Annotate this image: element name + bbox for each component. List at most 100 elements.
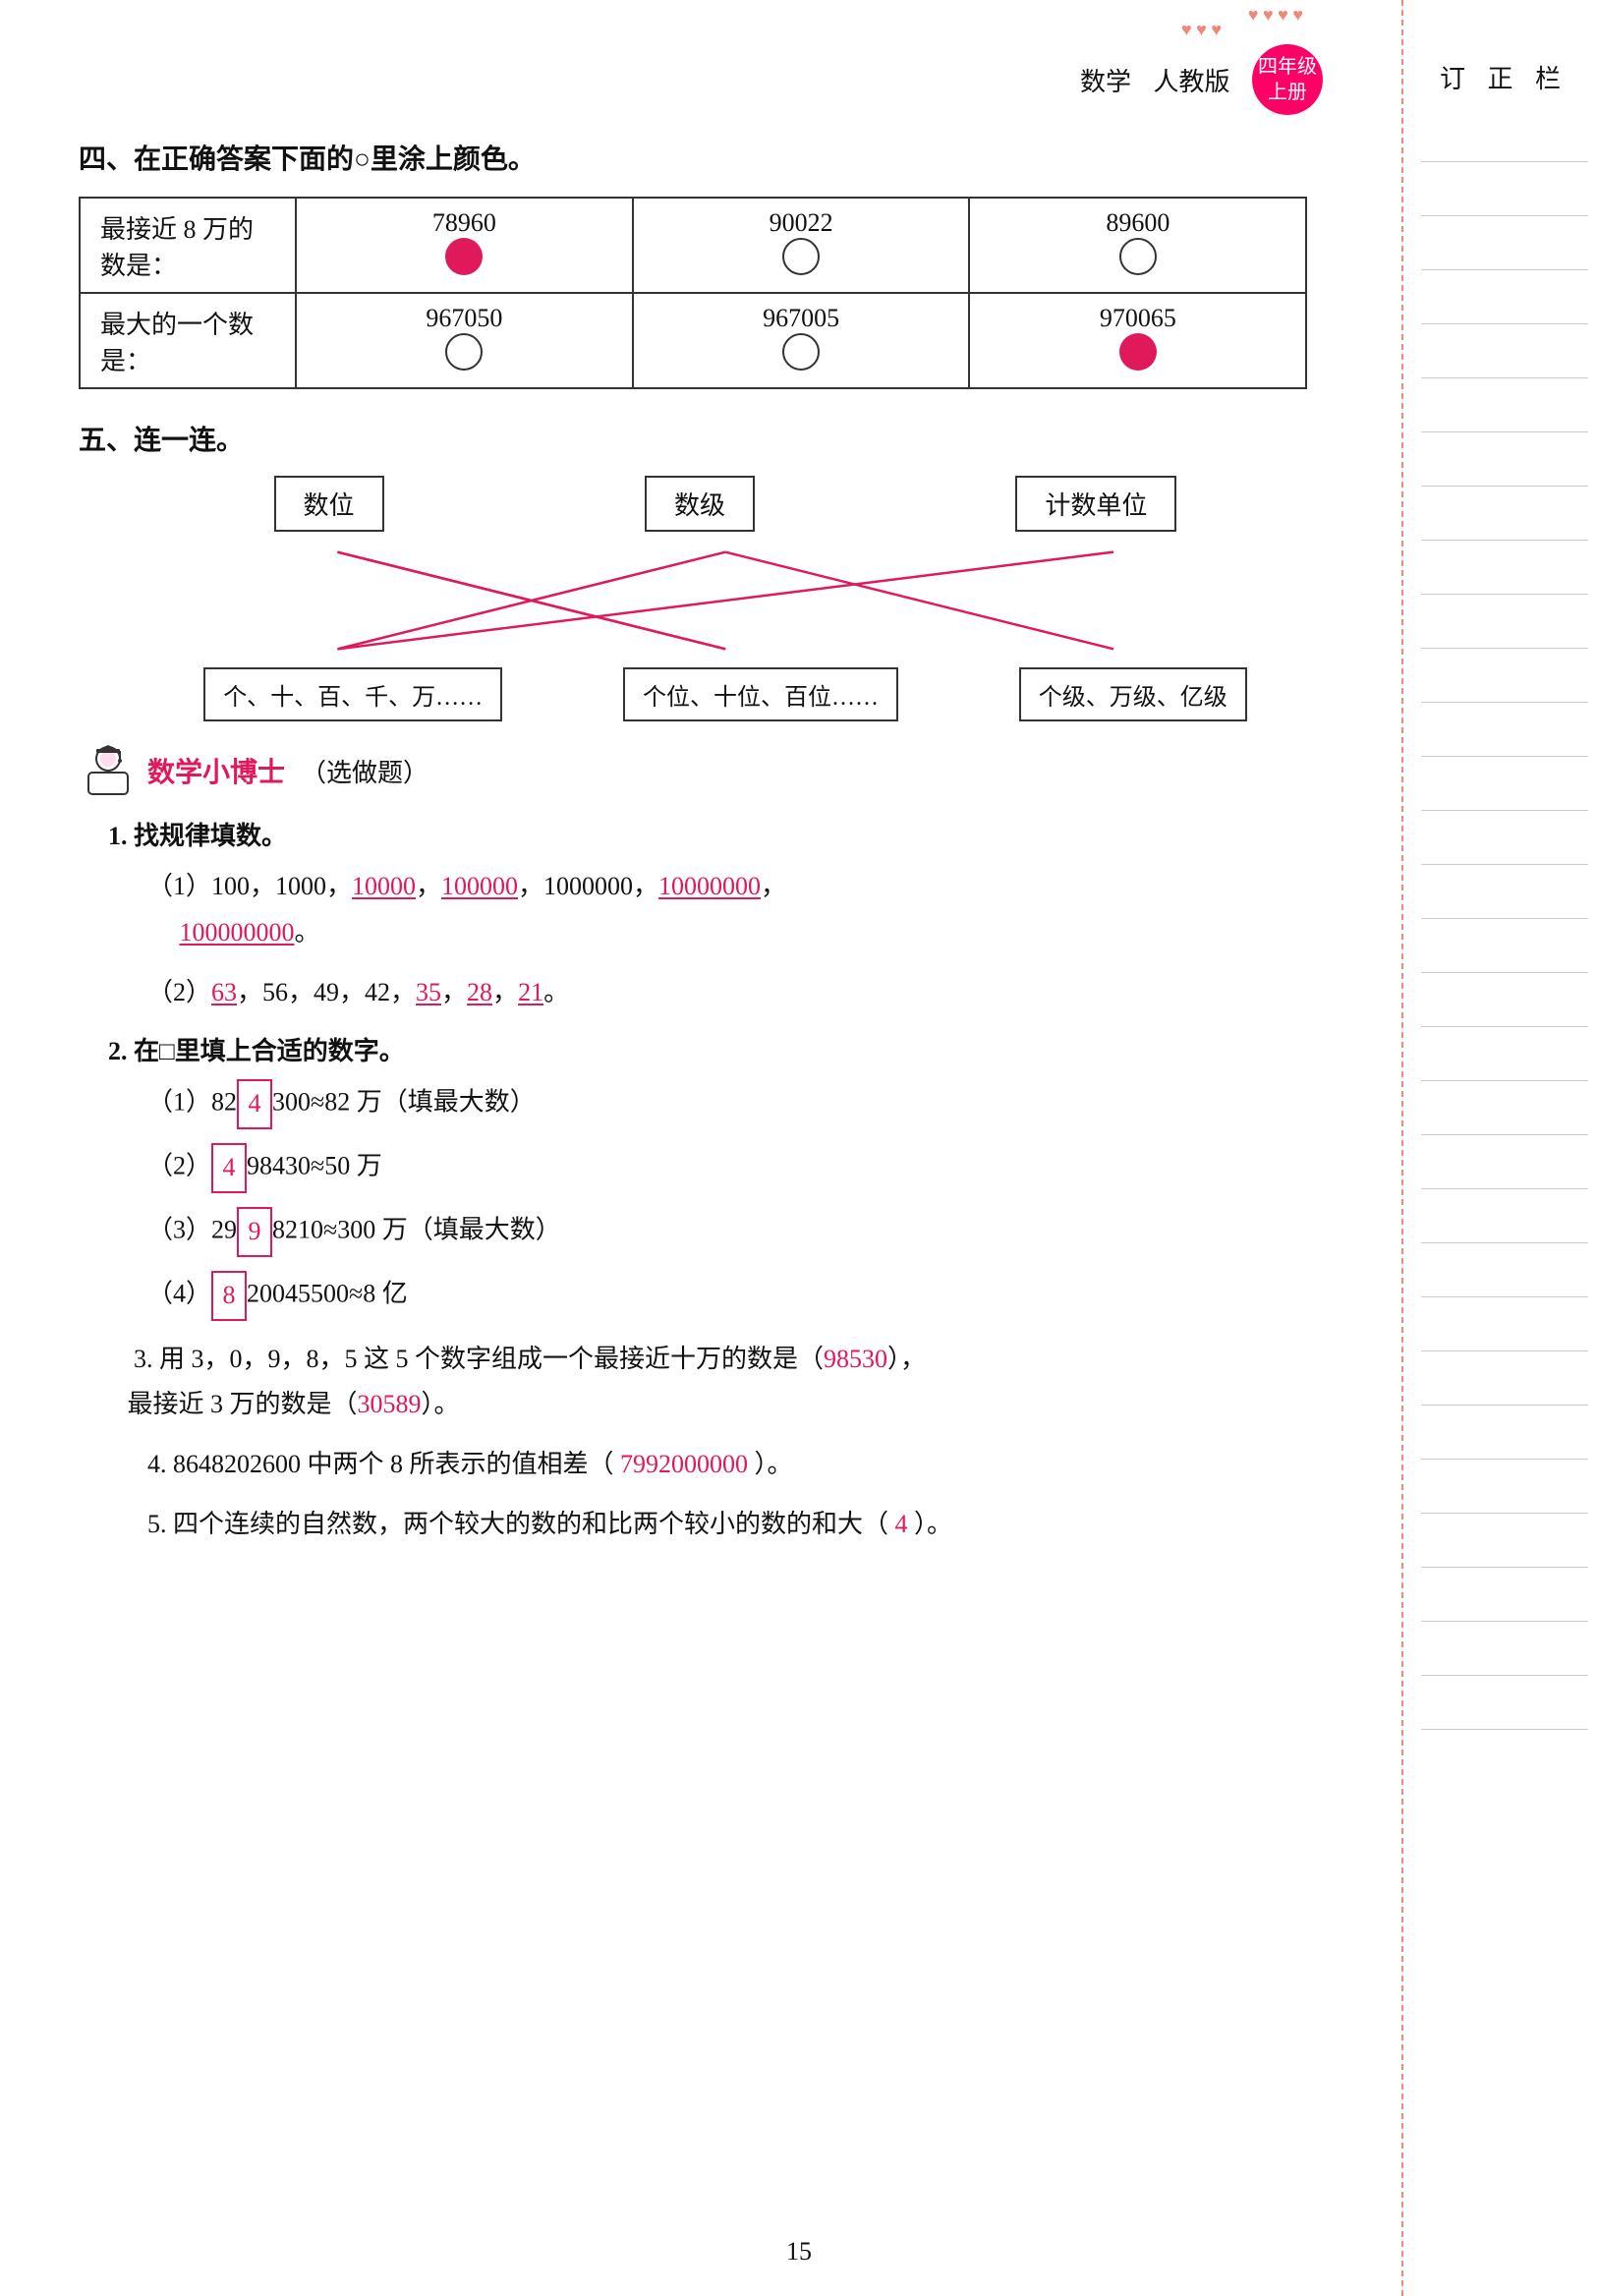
answer-100000: 100000: [441, 872, 518, 900]
correction-line: [1421, 811, 1588, 865]
connect-svg: [143, 542, 1307, 660]
problems: 1. 找规律填数。 （1）100，1000，10000，100000，10000…: [108, 816, 1372, 1548]
section5: 五、连一连。 数位 数级 计数单位: [79, 419, 1372, 721]
problem2-num: 2. 在□里填上合适的数字。: [108, 1031, 1372, 1067]
correction-line: [1421, 595, 1588, 649]
correction-line: [1421, 1622, 1588, 1676]
answer-21: 21: [518, 978, 543, 1006]
connect-box-place-names: 个位、十位、百位……: [623, 667, 898, 721]
correction-line: [1421, 757, 1588, 811]
filled-circle: [1119, 333, 1157, 371]
empty-circle: [782, 238, 820, 275]
cell-970065: 970065: [969, 293, 1306, 388]
problem1-1: （1）100，1000，10000，100000，1000000，1000000…: [147, 864, 1372, 956]
problem2-1: （1）824300≈82 万（填最大数）: [147, 1079, 1372, 1129]
correction-line: [1421, 1460, 1588, 1514]
connect-top-boxes: 数位 数级 计数单位: [143, 476, 1307, 532]
answer-35: 35: [416, 978, 441, 1006]
problem2-3: （3）2998210≈300 万（填最大数）: [147, 1207, 1372, 1257]
doctor-section: 数学小博士 （选做题） 1. 找规律填数。 （1）100，1000，10000，…: [79, 741, 1372, 1548]
problem2-2: （2）498430≈50 万: [147, 1143, 1372, 1193]
correction-line: [1421, 270, 1588, 324]
empty-circle: [445, 333, 483, 371]
correction-line: [1421, 487, 1588, 541]
cell-967005: 967005: [633, 293, 970, 388]
problem1-2: （2）63，56，49，42，35，28，21。: [147, 970, 1372, 1016]
problem4: 4. 8648202600 中两个 8 所表示的值相差（ 7992000000 …: [147, 1442, 1372, 1488]
filled-circle: [445, 238, 483, 275]
answer-30589: 30589: [358, 1390, 422, 1418]
doctor-icon: [79, 741, 138, 800]
correction-title: 订 正 栏: [1440, 59, 1569, 95]
correction-line: [1421, 1514, 1588, 1568]
answer-100000000: 100000000: [180, 918, 295, 947]
box-4: 4: [237, 1079, 272, 1129]
correction-line: [1421, 703, 1588, 757]
section4: 四、在正确答案下面的○里涂上颜色。 最接近 8 万的数是： 78960 9002…: [79, 138, 1372, 389]
page-container: ♥ ♥ ♥ ♥ ♥ ♥ ♥ 数学 人教版 四年级 上册 订 正 栏: [0, 0, 1598, 2296]
correction-line: [1421, 1027, 1588, 1081]
answer-4: 4: [895, 1510, 908, 1538]
correction-line: [1421, 1243, 1588, 1297]
correction-line: [1421, 1135, 1588, 1189]
correction-line: [1421, 1081, 1588, 1135]
correction-line: [1421, 1406, 1588, 1460]
cell-967050: 967050: [296, 293, 633, 388]
problem2-4: （4）820045500≈8 亿: [147, 1271, 1372, 1321]
problem5: 5. 四个连续的自然数，两个较大的数的和比两个较小的数的和大（ 4 ）。: [147, 1502, 1372, 1548]
correction-line: [1421, 649, 1588, 703]
answer-10000: 10000: [352, 872, 416, 900]
answer-7992000000: 7992000000: [620, 1450, 748, 1478]
empty-circle: [1119, 238, 1157, 275]
section5-title: 五、连一连。: [79, 419, 1372, 458]
answer-table: 最接近 8 万的数是： 78960 90022 89600 最: [79, 197, 1307, 389]
correction-column: 订 正 栏: [1401, 0, 1598, 2296]
correction-line: [1421, 108, 1588, 162]
table-row: 最大的一个数是： 967050 967005 970065: [80, 293, 1306, 388]
problem1-num: 1. 找规律填数。: [108, 816, 1372, 852]
connect-bottom-boxes: 个、十、百、千、万…… 个位、十位、百位…… 个级、万级、亿级: [143, 667, 1307, 721]
box-9: 9: [237, 1207, 272, 1257]
correction-line: [1421, 162, 1588, 216]
doctor-title: 数学小博士: [147, 751, 285, 790]
correction-line: [1421, 541, 1588, 595]
correction-line: [1421, 1351, 1588, 1406]
connect-box-individual-digits: 个、十、百、千、万……: [203, 667, 502, 721]
problem3: 3. 用 3，0，9，8，5 这 5 个数字组成一个最接近十万的数是（98530…: [108, 1337, 1372, 1429]
correction-line: [1421, 216, 1588, 270]
answer-98530: 98530: [824, 1345, 887, 1373]
answer-10000000: 10000000: [658, 872, 761, 900]
row1-label: 最接近 8 万的数是：: [80, 198, 296, 293]
answer-28: 28: [467, 978, 492, 1006]
connect-box-counting-unit: 计数单位: [1015, 476, 1176, 532]
connect-lines-area: [143, 542, 1307, 667]
cell-89600: 89600: [969, 198, 1306, 293]
correction-line: [1421, 324, 1588, 378]
box-4b: 4: [211, 1143, 247, 1193]
table-row: 最接近 8 万的数是： 78960 90022 89600: [80, 198, 1306, 293]
correction-line: [1421, 1297, 1588, 1351]
doctor-subtitle: （选做题）: [301, 753, 428, 789]
cell-78960: 78960: [296, 198, 633, 293]
answer-63: 63: [211, 978, 237, 1006]
correction-lines: [1421, 108, 1588, 1730]
connect-box-digit-place: 数位: [274, 476, 384, 532]
correction-line: [1421, 973, 1588, 1027]
section4-title: 四、在正确答案下面的○里涂上颜色。: [79, 138, 1372, 177]
correction-line: [1421, 919, 1588, 973]
cell-90022: 90022: [633, 198, 970, 293]
correction-line: [1421, 378, 1588, 432]
correction-line: [1421, 865, 1588, 919]
connect-box-digit-level: 数级: [645, 476, 755, 532]
correction-line: [1421, 1676, 1588, 1730]
correction-line: [1421, 432, 1588, 487]
empty-circle: [782, 333, 820, 371]
correction-line: [1421, 1189, 1588, 1243]
connect-box-level-names: 个级、万级、亿级: [1019, 667, 1247, 721]
doctor-header: 数学小博士 （选做题）: [79, 741, 1372, 800]
box-8: 8: [211, 1271, 247, 1321]
main-content: 四、在正确答案下面的○里涂上颜色。 最接近 8 万的数是： 78960 9002…: [59, 29, 1392, 1562]
page-number: 15: [786, 2237, 812, 2267]
row2-label: 最大的一个数是：: [80, 293, 296, 388]
correction-line: [1421, 1568, 1588, 1622]
